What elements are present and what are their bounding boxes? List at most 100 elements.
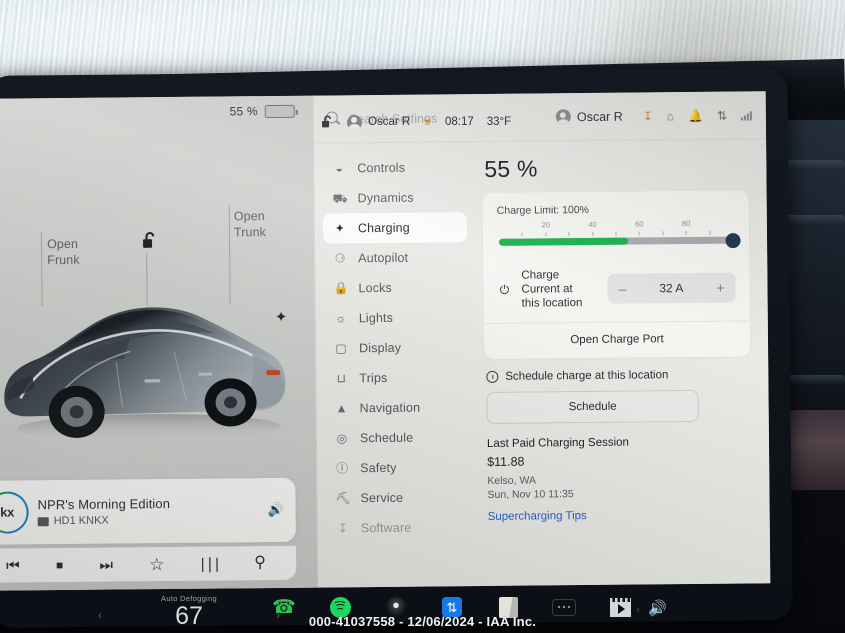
charge-current-label: Charge Current at this location (521, 269, 583, 310)
light-icon: ☼ (335, 311, 347, 326)
last-paid-session-datetime: Sun, Nov 10 11:35 (487, 488, 574, 501)
status-driver-profile[interactable]: Oscar R (347, 114, 411, 130)
steering-wheel-icon: ⚆ (334, 251, 346, 266)
last-paid-session-amount: $11.88 (487, 454, 525, 469)
toggle-icon: ◒ (335, 161, 344, 176)
sidebar-label: Trips (359, 370, 388, 386)
sidebar-label: Navigation (359, 400, 421, 416)
plug-icon: ⏻ (499, 282, 510, 297)
charge-current-value: 32 A (659, 281, 684, 296)
top-status-bar[interactable]: Oscar R ⏷ 08:17 33°F (313, 110, 763, 134)
tick-label-60: 60 (635, 219, 644, 229)
settings-app[interactable]: Search Settings Oscar R ↧ ⌂ 🔔 ⇅ ◒ Contro… (312, 91, 771, 588)
sidebar-item-lights[interactable]: ☼ Lights (324, 302, 468, 333)
lock-icon: 🔒 (333, 281, 349, 296)
auction-watermark: 000-41037558 - 12/06/2024 - IAA Inc. (308, 614, 537, 629)
open-trunk-label[interactable]: Open Trunk (234, 208, 266, 240)
decrease-current-button[interactable]: – (618, 281, 626, 297)
status-driver-name: Oscar R (368, 116, 411, 128)
media-title: NPR's Morning Edition (37, 496, 171, 513)
safety-icon: ⓘ (336, 461, 349, 476)
charge-current-stepper[interactable]: – 32 A + (607, 272, 736, 304)
media-volume-icon[interactable]: 🔊 (267, 502, 283, 518)
schedule-icon: ◎ (336, 431, 348, 446)
tick-label-40: 40 (588, 219, 597, 229)
media-player-card[interactable]: knkx NPR's Morning Edition HD1 KNKX 🔊 (0, 477, 296, 545)
equalizer-button[interactable]: |❘| (201, 555, 219, 572)
sidebar-item-charging[interactable]: ✦ Charging (322, 212, 468, 244)
charge-current-row[interactable]: ⏻ Charge Current at this location – 32 A… (497, 257, 736, 323)
vehicle-visualization-pane[interactable]: 55 % Open Frunk Open Trunk ✦ knkx NPR's … (0, 95, 318, 591)
sidebar-label: Schedule (359, 430, 414, 446)
charge-limit-label: Charge Limit: 100% (496, 203, 590, 217)
charging-content: 55 % Charge Limit: 100% 20 40 60 80 ⏻ Ch… (474, 139, 770, 586)
sidebar-label: Lights (358, 310, 394, 326)
slider-track[interactable] (499, 232, 741, 248)
sidebar-item-service[interactable]: ⛏ Service (325, 482, 469, 513)
status-lock-icon[interactable] (321, 115, 334, 129)
car-icon: ⛟ (332, 191, 348, 206)
hd-radio-badge-icon (37, 516, 49, 526)
sidebar-item-trips[interactable]: ⊔ Trips (324, 362, 468, 393)
avatar (347, 114, 362, 130)
slider-knob[interactable] (725, 232, 741, 248)
media-subtitle: HD1 KNKX (53, 514, 109, 528)
schedule-charge-row[interactable]: Schedule charge at this location (486, 368, 750, 383)
display-icon: ▢ (335, 341, 347, 356)
schedule-charge-label: Schedule charge at this location (505, 369, 669, 383)
slider-fill (499, 237, 628, 246)
sidebar-label: Controls (357, 160, 406, 176)
charge-icon: ⏷ (423, 115, 432, 128)
battery-icon (264, 104, 298, 118)
charge-limit-slider[interactable]: 20 40 60 80 (497, 219, 741, 259)
sidebar-item-navigation[interactable]: ▲ Navigation (325, 392, 469, 423)
settings-nav[interactable]: ◒ Controls ⛟ Dynamics ✦ Charging ⚆ Autop… (314, 142, 478, 588)
supercharging-tips-link[interactable]: Supercharging Tips (488, 508, 752, 523)
media-subtitle-row: HD1 KNKX (37, 513, 268, 528)
unlocked-padlock-icon[interactable] (141, 231, 158, 255)
knkx-logo: knkx (0, 483, 37, 542)
sidebar-label: Display (359, 340, 402, 356)
status-time: 08:17 (444, 116, 474, 128)
tick-label-80: 80 (681, 219, 691, 229)
sidebar-item-controls[interactable]: ◒ Controls (322, 152, 466, 183)
clock-icon (486, 370, 499, 383)
last-paid-session-title: Last Paid Charging Session (486, 436, 629, 450)
schedule-button[interactable]: Schedule (486, 389, 699, 424)
sidebar-label: Autopilot (358, 250, 409, 266)
charge-limit-card[interactable]: Charge Limit: 100% 20 40 60 80 ⏻ Charge … (482, 190, 751, 359)
sidebar-label: Software (360, 520, 412, 536)
slider-ticks: 20 40 60 80 (499, 219, 733, 237)
favorite-button[interactable]: ☆ (149, 555, 164, 574)
photo-of-tesla-touchscreen: 55 % Open Frunk Open Trunk ✦ knkx NPR's … (0, 0, 845, 633)
sidebar-label: Locks (358, 280, 392, 296)
wrench-icon: ⛏ (335, 491, 351, 506)
previous-track-button[interactable]: ⏮ (6, 557, 20, 574)
stop-button[interactable]: ■ (56, 558, 63, 572)
tesla-touchscreen[interactable]: 55 % Open Frunk Open Trunk ✦ knkx NPR's … (0, 91, 771, 591)
sidebar-item-software[interactable]: ↧ Software (326, 512, 470, 543)
next-track-button[interactable]: ⏭ (99, 556, 113, 573)
sidebar-item-schedule[interactable]: ◎ Schedule (325, 422, 469, 453)
left-battery-status: 55 % (230, 104, 298, 118)
knkx-logo-text: knkx (0, 504, 15, 520)
open-charge-port-button[interactable]: Open Charge Port (498, 322, 736, 359)
battery-percent-large: 55 % (484, 155, 538, 182)
sidebar-item-display[interactable]: ▢ Display (324, 332, 468, 363)
trips-icon: ⊔ (336, 371, 347, 386)
tesla-model-3-render (4, 307, 286, 441)
sidebar-item-locks[interactable]: 🔒 Locks (323, 272, 467, 303)
software-icon: ↧ (337, 521, 348, 536)
search-media-button[interactable]: ⚲ (254, 554, 266, 571)
tick-label-20: 20 (541, 220, 550, 230)
open-frunk-label[interactable]: Open Frunk (47, 236, 80, 268)
bolt-icon: ✦ (334, 221, 346, 236)
sidebar-item-safety[interactable]: ⓘ Safety (325, 452, 469, 483)
car-stage: Open Frunk Open Trunk ✦ (0, 192, 316, 495)
increase-current-button[interactable]: + (716, 280, 724, 296)
lightning-bolt-icon: ✦ (274, 308, 288, 326)
sidebar-label: Safety (360, 460, 397, 476)
sidebar-item-dynamics[interactable]: ⛟ Dynamics (322, 182, 466, 213)
sidebar-label: Dynamics (357, 190, 414, 206)
sidebar-item-autopilot[interactable]: ⚆ Autopilot (323, 242, 467, 273)
